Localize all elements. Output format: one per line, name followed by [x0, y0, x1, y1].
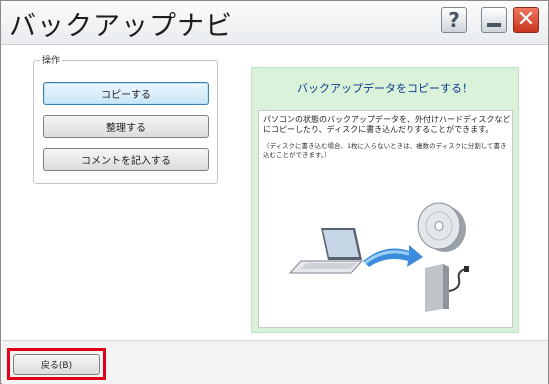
- copy-button[interactable]: コピーする: [43, 82, 209, 105]
- info-panel-title: バックアップデータをコピーする！: [297, 82, 473, 95]
- footer-bar: 戻る(B): [2, 341, 548, 384]
- back-button[interactable]: 戻る(B): [13, 354, 100, 375]
- organize-button[interactable]: 整理する: [43, 115, 209, 138]
- external-hard-disk-icon: [425, 264, 469, 312]
- main-content: 操作 コピーする 整理する コメントを記入する バックアップデータをコピーする！…: [2, 46, 548, 340]
- window-title: バックアップナビ: [9, 11, 233, 42]
- close-button[interactable]: ✕: [513, 7, 539, 33]
- help-icon: ?: [448, 8, 460, 32]
- laptop-icon: [288, 228, 364, 274]
- operations-legend: 操作: [40, 53, 63, 66]
- operations-group: 操作 コピーする 整理する コメントを記入する: [33, 53, 218, 184]
- info-panel: バックアップデータをコピーする！ パソコンの状態のバックアップデータを、外付けハ…: [251, 67, 519, 333]
- arrow-icon: [363, 245, 423, 267]
- info-description: パソコンの状態のバックアップデータを、外付けハードディスクなどにコピーしたり、デ…: [263, 115, 511, 134]
- add-comment-button[interactable]: コメントを記入する: [43, 148, 209, 171]
- help-button[interactable]: ?: [441, 7, 467, 33]
- app-window: バックアップナビ ? ✕ 操作 コピーする 整理する コメントを記入する バック…: [0, 0, 549, 384]
- close-icon: ✕: [516, 7, 536, 32]
- copy-illustration: [288, 202, 469, 312]
- title-bar: バックアップナビ ? ✕: [1, 1, 548, 45]
- minimize-button[interactable]: [481, 7, 507, 33]
- optical-disc-icon: [417, 202, 466, 252]
- info-panel-body: パソコンの状態のバックアップデータを、外付けハードディスクなどにコピーしたり、デ…: [258, 110, 513, 328]
- minimize-icon: [487, 23, 501, 27]
- info-note: （ディスクに書き込む場合、1枚に入らないときは、複数のディスクに分割して書き込む…: [263, 142, 507, 159]
